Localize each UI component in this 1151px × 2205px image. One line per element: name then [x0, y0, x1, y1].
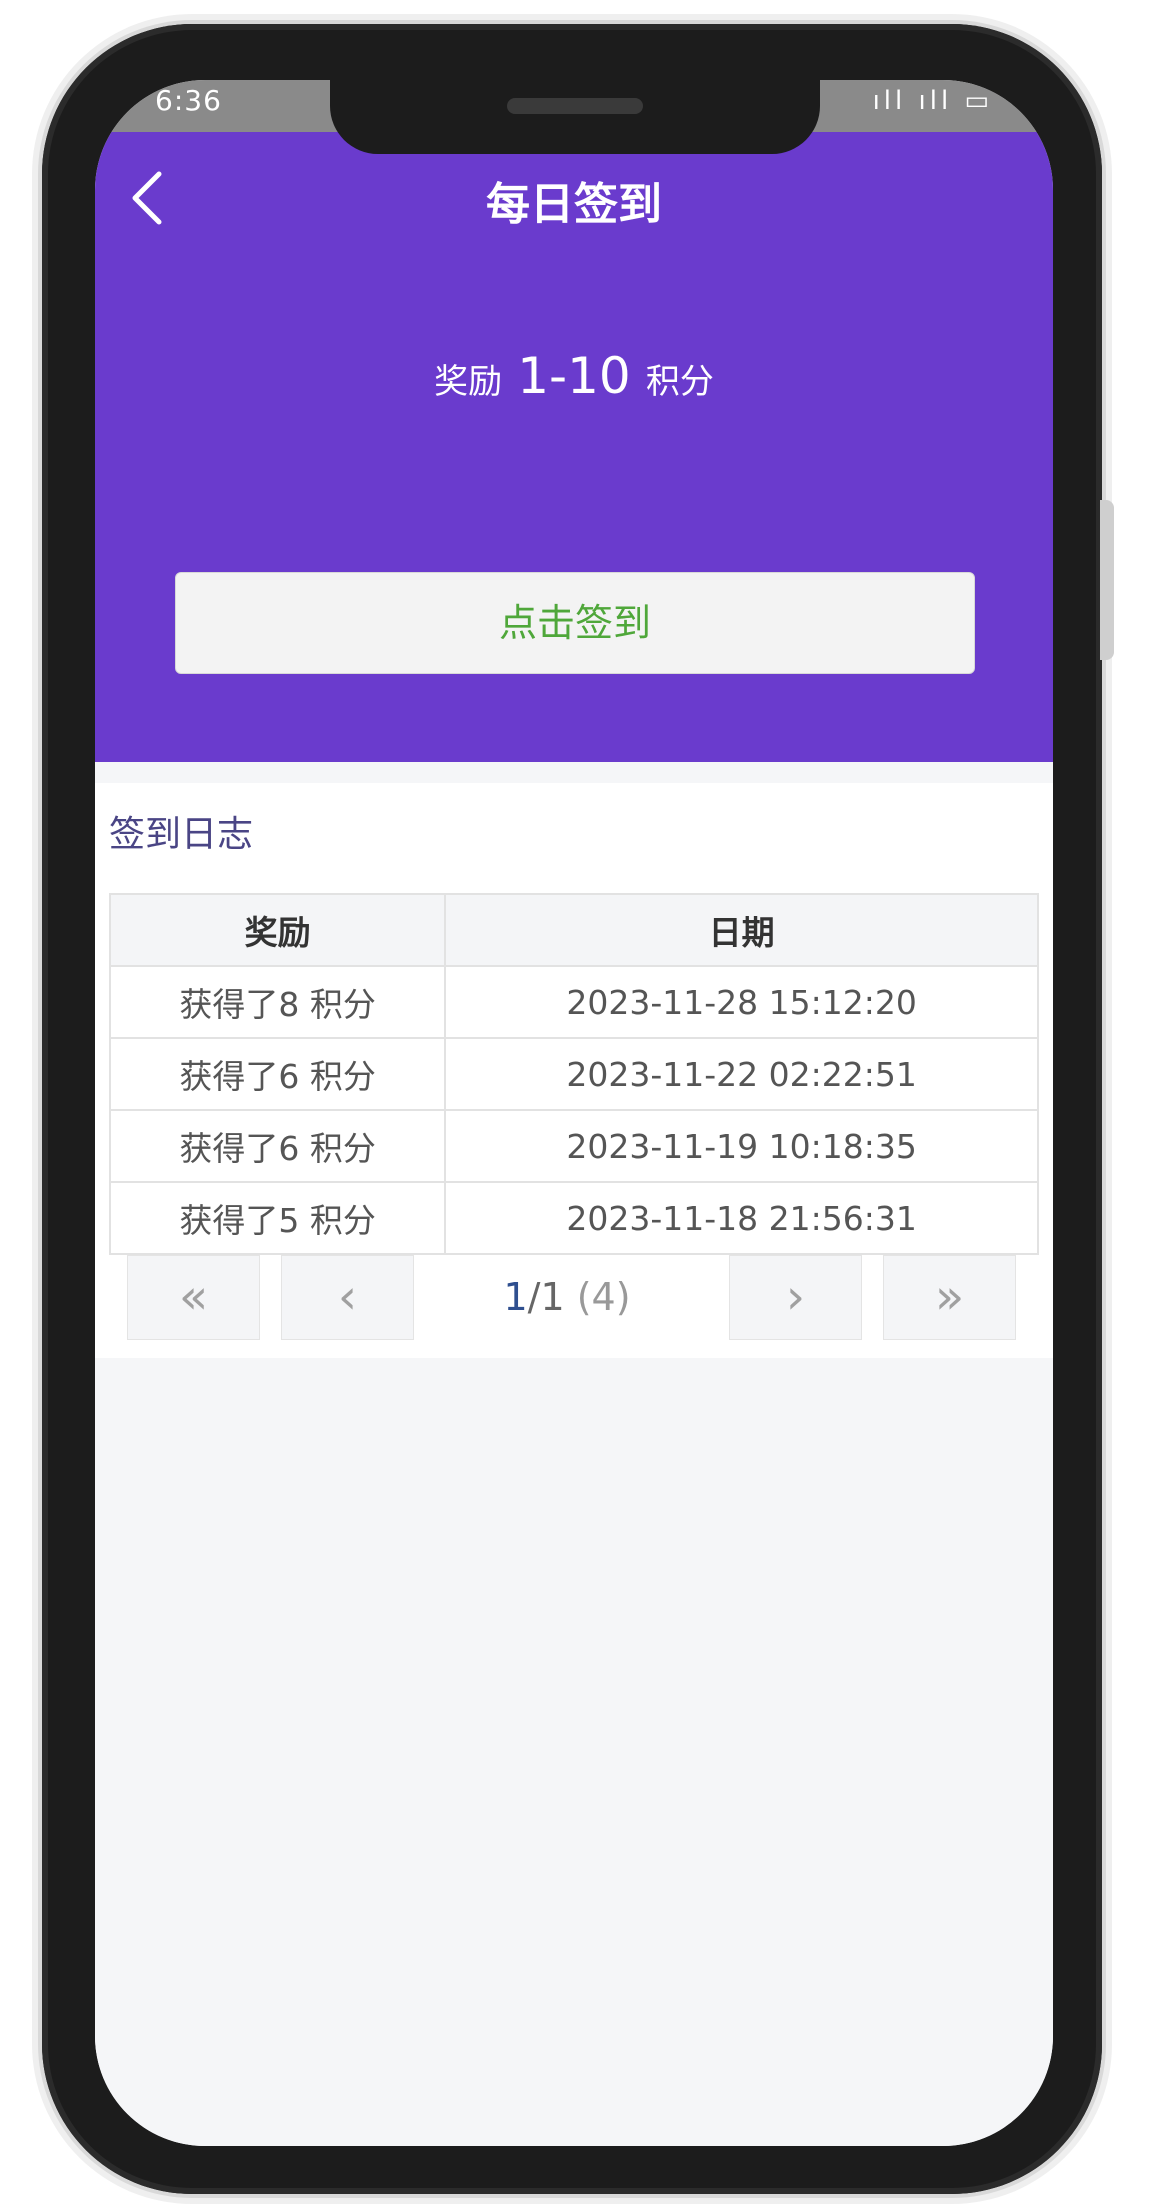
- phone-screen: 6:36 ıll ıll ▭ 每日签到 奖励 1-10 积分 点击签到 签到日志…: [95, 80, 1053, 2146]
- total-pages: 1: [540, 1275, 565, 1319]
- reward-cell: 获得了6 积分: [108, 1109, 447, 1183]
- table-row: 获得了6 积分 2023-11-19 10:18:35: [108, 1109, 1039, 1183]
- date-cell: 2023-11-18 21:56:31: [444, 1181, 1039, 1255]
- table-row: 获得了5 积分 2023-11-18 21:56:31: [108, 1181, 1039, 1255]
- date-cell: 2023-11-28 15:12:20: [444, 965, 1039, 1039]
- double-chevron-right-icon: »: [934, 1269, 965, 1325]
- phone-notch: [330, 80, 820, 154]
- page-indicator: 1/1 (4): [417, 1255, 717, 1340]
- sign-log-table: 奖励 日期 获得了8 积分 2023-11-28 15:12:20 获得了6 积…: [108, 893, 1039, 1255]
- empty-content-area: [95, 1358, 1053, 2146]
- next-page-button[interactable]: ›: [729, 1255, 862, 1340]
- phone-side-button: [1100, 500, 1114, 660]
- reward-prefix: 奖励: [434, 362, 503, 402]
- reward-cell: 获得了8 积分: [108, 965, 447, 1039]
- column-header-reward: 奖励: [108, 893, 447, 967]
- signal-battery-icon: ıll ıll ▭: [872, 86, 993, 116]
- section-title: 签到日志: [109, 814, 254, 855]
- date-cell: 2023-11-19 10:18:35: [444, 1109, 1039, 1183]
- reward-range-text: 奖励 1-10 积分: [95, 347, 1053, 405]
- date-cell: 2023-11-22 02:22:51: [444, 1037, 1039, 1111]
- reward-cell: 获得了6 积分: [108, 1037, 447, 1111]
- reward-cell: 获得了5 积分: [108, 1181, 447, 1255]
- chevron-left-icon: ‹: [337, 1269, 358, 1325]
- pagination: « ‹ 1/1 (4) › »: [127, 1255, 1021, 1340]
- last-page-button[interactable]: »: [883, 1255, 1016, 1340]
- chevron-right-icon: ›: [785, 1269, 806, 1325]
- first-page-button[interactable]: «: [127, 1255, 260, 1340]
- reward-suffix: 积分: [645, 362, 714, 402]
- reward-range: 1-10: [517, 347, 631, 405]
- sign-log-card: 签到日志 奖励 日期 获得了8 积分 2023-11-28 15:12:20 获…: [95, 783, 1053, 1358]
- speaker-grille: [507, 98, 643, 114]
- total-count: (4): [576, 1275, 631, 1319]
- table-header-row: 奖励 日期: [108, 893, 1039, 967]
- status-time: 6:36: [155, 84, 222, 117]
- table-row: 获得了8 积分 2023-11-28 15:12:20: [108, 965, 1039, 1039]
- prev-page-button[interactable]: ‹: [281, 1255, 414, 1340]
- header: 每日签到 奖励 1-10 积分 点击签到: [95, 132, 1053, 762]
- sign-in-button[interactable]: 点击签到: [175, 572, 975, 674]
- column-header-date: 日期: [444, 893, 1039, 967]
- page-title: 每日签到: [486, 179, 662, 230]
- current-page: 1: [503, 1275, 528, 1319]
- table-row: 获得了6 积分 2023-11-22 02:22:51: [108, 1037, 1039, 1111]
- double-chevron-left-icon: «: [178, 1269, 209, 1325]
- page-separator: /: [527, 1275, 541, 1319]
